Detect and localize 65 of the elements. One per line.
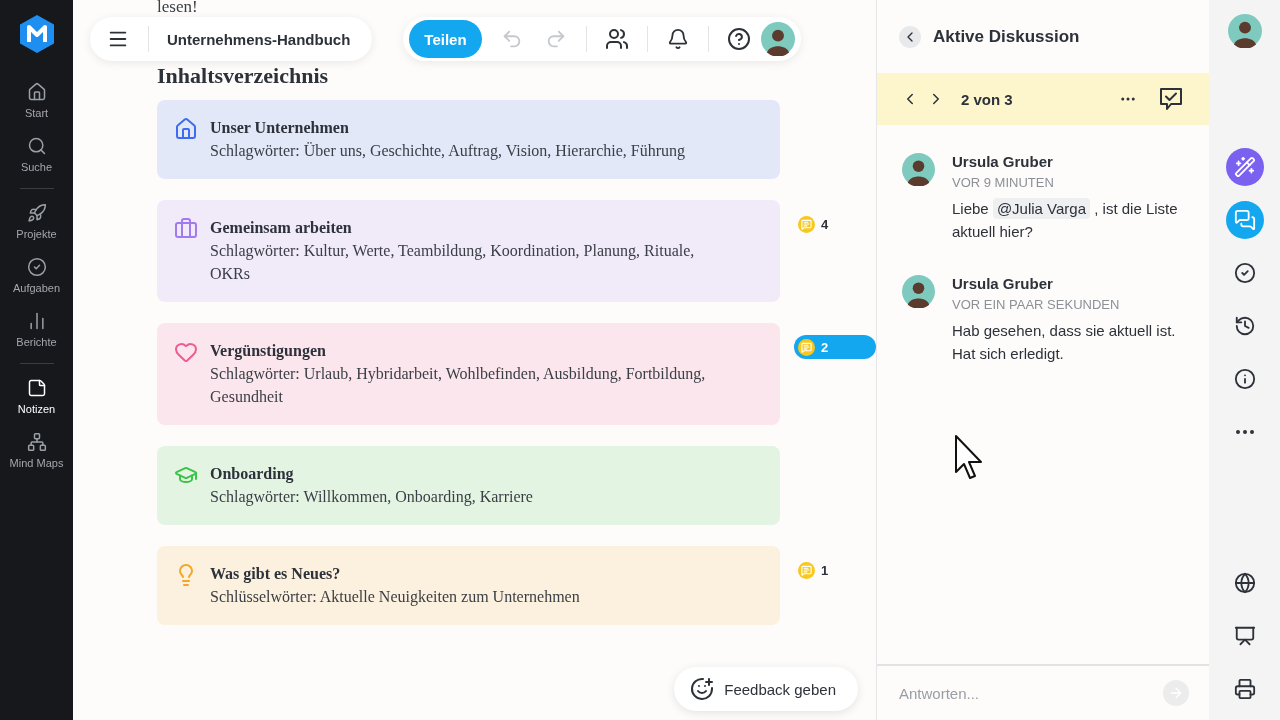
section-card[interactable]: Gemeinsam arbeiten Schlagwörter: Kultur, Werte, Teambildung, Koordination, Planung, Rituale, OKRs [157, 200, 780, 302]
resolve-icon[interactable] [1157, 85, 1185, 113]
back-button[interactable] [899, 25, 921, 48]
history-icon [1233, 315, 1256, 337]
reply-field[interactable]: Antworten... [897, 683, 1163, 703]
section-card[interactable]: Was gibt es Neues? Schlüsselwörter: Aktuelle Neuigkeiten zum Unternehmen [157, 546, 780, 625]
mind-map-icon [26, 432, 47, 452]
user-avatar [760, 22, 795, 56]
nav-item[interactable]: Aufgaben [0, 249, 73, 303]
section-title: Onboarding [210, 464, 295, 485]
nav-item[interactable]: Mind Maps [0, 424, 73, 478]
nav-item[interactable]: Berichte [0, 303, 73, 357]
section-tags: Schlagwörter: Kultur, Werte, Teambildung, Koordination, Planung, Rituale, OKRs [210, 239, 720, 285]
comment-icon [798, 338, 815, 356]
section-title: Vergünstigungen [210, 341, 327, 362]
comment-time: VOR EIN PAAR SEKUNDEN [952, 297, 1121, 312]
comment-time: VOR 9 MINUTEN [952, 175, 1055, 190]
section-tags: Schlagwörter: Über uns, Geschichte, Auftrag, Vision, Hierarchie, Führung [210, 139, 686, 162]
check-circle-icon [1233, 262, 1256, 284]
comment-text: Liebe @Julia Varga , ist die Liste aktuell hier? [952, 197, 1179, 242]
section-title: Gemeinsam arbeiten [210, 218, 353, 238]
note-icon [26, 378, 47, 398]
user-avatar [1227, 14, 1262, 48]
comment-text: Hab gesehen, dass sie aktuell ist. Hat sich erledigt. [952, 321, 1177, 364]
printer-icon [1233, 678, 1256, 700]
nav-item[interactable]: Notizen [0, 370, 73, 424]
magic-pen-icon [1233, 156, 1256, 178]
smiley-plus-icon [690, 677, 715, 701]
author-name: Ursula Gruber [952, 275, 1054, 292]
presentation-icon [1233, 625, 1256, 647]
document-title: Unternehmens-Handbuch [166, 30, 352, 48]
author-avatar [902, 153, 935, 186]
mention-link[interactable]: @Julia Varga [992, 198, 1091, 219]
more-icon [1235, 430, 1254, 434]
section-title: Unser Unternehmen [210, 118, 350, 138]
section-card[interactable]: Vergünstigungen Schlagwörter: Urlaub, Hybridarbeit, Wohlbefinden, Ausbildung, Fortbildung, Gesundheit [157, 323, 780, 425]
check-circle-icon [26, 257, 47, 277]
section-card[interactable]: Unser Unternehmen Schlagwörter: Über uns, Geschichte, Auftrag, Vision, Hierarchie, Führung [157, 100, 780, 179]
panel-title: Aktive Diskussion [933, 26, 1080, 47]
comment-count-button[interactable]: 1 [794, 558, 876, 582]
comment-count-button[interactable]: 4 [794, 212, 876, 236]
section-card[interactable]: Onboarding Schlagwörter: Willkommen, Onboarding, Karriere [157, 446, 780, 525]
search-icon [26, 136, 47, 156]
section-tags: Schlagwörter: Willkommen, Onboarding, Karriere [210, 485, 533, 508]
thread-position: 2 von 3 [961, 90, 1014, 108]
section-tags: Schlüsselwörter: Aktuelle Neuigkeiten zum Unternehmen [210, 585, 580, 608]
comments-icon [1233, 209, 1256, 231]
author-name: Ursula Gruber [952, 153, 1054, 170]
home-icon [26, 82, 47, 102]
comment-icon [798, 215, 815, 233]
info-icon [1233, 368, 1256, 390]
rocket-icon [26, 203, 47, 223]
app-logo[interactable] [17, 14, 56, 54]
globe-icon [1233, 572, 1256, 594]
section-heading: Inhaltsverzeichnis [157, 63, 329, 89]
comment-icon [798, 561, 815, 579]
section-title: Was gibt es Neues? [210, 564, 342, 585]
nav-item[interactable]: Suche [0, 128, 73, 182]
nav-item[interactable]: Start [0, 74, 73, 128]
feedback-button[interactable]: Feedback geben [674, 667, 858, 711]
nav-item[interactable]: Projekte [0, 195, 73, 249]
section-tags: Schlagwörter: Urlaub, Hybridarbeit, Wohlbefinden, Ausbildung, Fortbildung, Gesundheit [210, 362, 720, 408]
mouse-cursor-icon [954, 434, 984, 482]
author-avatar [902, 275, 935, 308]
paragraph-text: lesen! [157, 0, 198, 14]
